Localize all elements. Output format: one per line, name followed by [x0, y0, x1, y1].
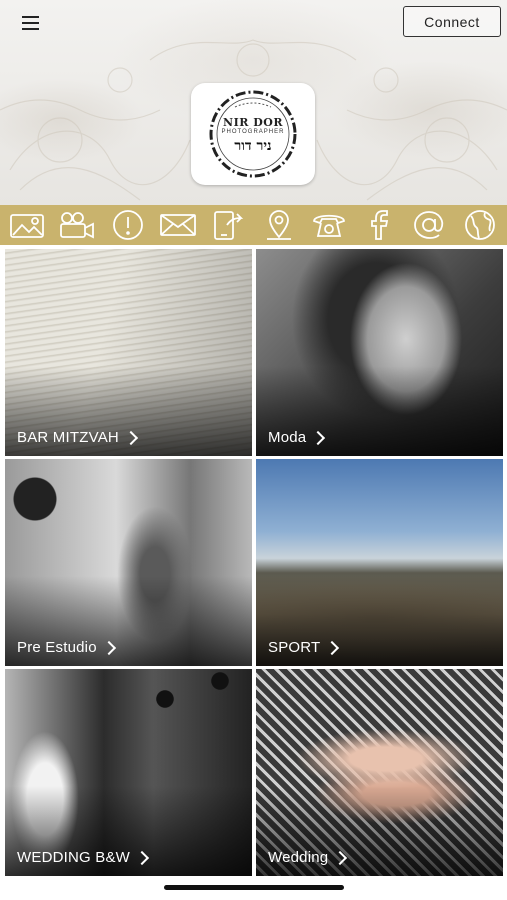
- tile-label-text: WEDDING B&W: [17, 849, 131, 866]
- logo-hebrew-name: ניר דור: [234, 138, 272, 154]
- tile-label: Moda: [268, 429, 326, 446]
- mail-icon[interactable]: [158, 207, 198, 243]
- menu-line: [22, 22, 39, 24]
- tile-label: WEDDING B&W: [17, 849, 150, 866]
- logo-tagline: PHOTOGRAPHER: [221, 129, 285, 135]
- tile-label-text: Pre Estudio: [17, 639, 97, 656]
- gallery-icon[interactable]: [7, 207, 47, 243]
- chevron-right-icon: [325, 640, 340, 655]
- menu-line: [22, 16, 39, 18]
- info-icon[interactable]: [108, 207, 148, 243]
- chevron-right-icon: [311, 430, 326, 445]
- chevron-right-icon: [333, 850, 348, 865]
- tile-label-text: Moda: [268, 429, 307, 446]
- connect-button[interactable]: Connect: [403, 6, 501, 37]
- facebook-icon[interactable]: [359, 207, 399, 243]
- tile-sport[interactable]: SPORT: [256, 459, 503, 666]
- tile-label: Wedding: [268, 849, 348, 866]
- globe-icon[interactable]: [460, 207, 500, 243]
- chevron-right-icon: [134, 850, 150, 865]
- menu-line: [22, 28, 39, 30]
- tile-label-text: SPORT: [268, 639, 321, 656]
- chevron-right-icon: [101, 640, 116, 655]
- tile-label: Pre Estudio: [17, 639, 116, 656]
- tile-label-text: Wedding: [268, 849, 329, 866]
- logo: NIR DOR PHOTOGRAPHER ניר דור: [191, 83, 315, 185]
- tile-wedding-bw[interactable]: WEDDING B&W: [5, 669, 252, 876]
- home-indicator[interactable]: [164, 885, 344, 890]
- phone-icon[interactable]: [309, 207, 349, 243]
- share-icon[interactable]: [208, 207, 248, 243]
- tile-bar-mitzvah[interactable]: BAR MITZVAH: [5, 249, 252, 456]
- chevron-right-icon: [123, 430, 139, 445]
- tile-wedding[interactable]: Wedding: [256, 669, 503, 876]
- tile-label: BAR MITZVAH: [17, 429, 139, 446]
- at-sign-icon[interactable]: [410, 207, 450, 243]
- video-camera-icon[interactable]: [57, 207, 97, 243]
- tile-label-text: BAR MITZVAH: [17, 429, 119, 446]
- tile-label: SPORT: [268, 639, 340, 656]
- tile-pre-estudio[interactable]: Pre Estudio: [5, 459, 252, 666]
- location-pin-icon[interactable]: [259, 207, 299, 243]
- tile-moda[interactable]: Moda: [256, 249, 503, 456]
- logo-brand-name: NIR DOR: [223, 116, 283, 129]
- action-icon-bar: [0, 205, 507, 245]
- hamburger-menu-icon[interactable]: [18, 12, 44, 34]
- header: Connect NIR DOR PHOTOGRAPHER ניר דור: [0, 0, 507, 205]
